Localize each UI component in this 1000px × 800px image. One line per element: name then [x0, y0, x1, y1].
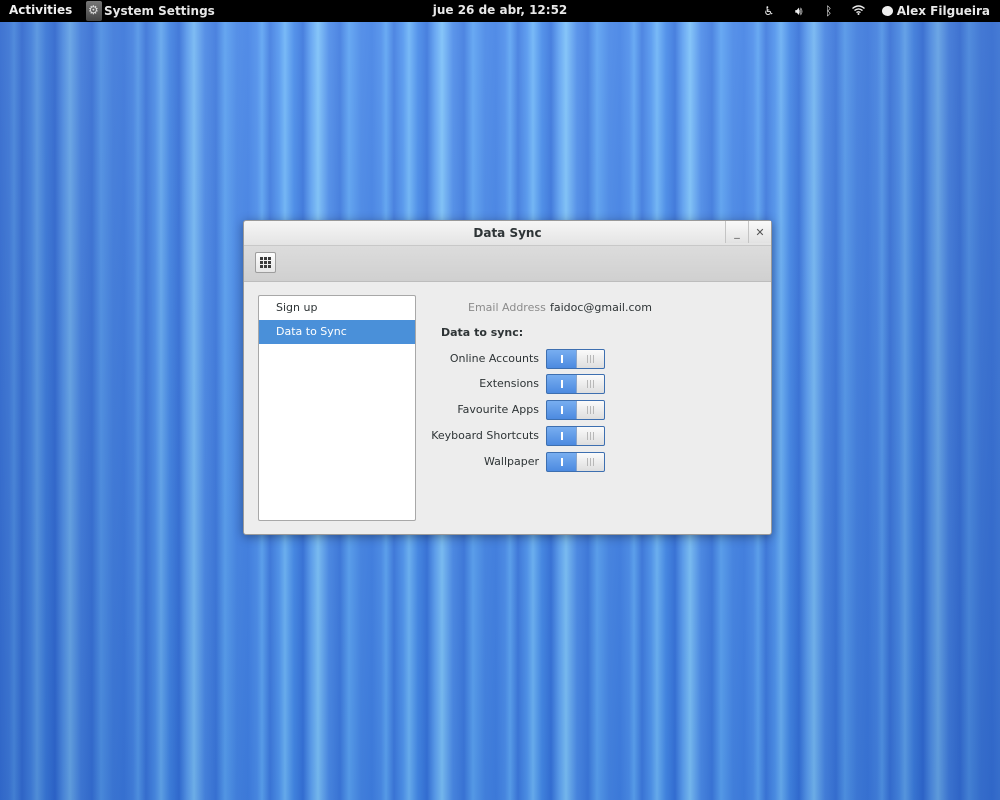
sidebar-item-data-to-sync[interactable]: Data to Sync	[259, 320, 415, 344]
sync-row-online-accounts: Online Accounts	[424, 349, 724, 369]
window-title: Data Sync	[473, 226, 542, 240]
status-area: ♿ 🔊︎ ᛒ Alex Filgueira	[754, 0, 990, 22]
bluetooth-icon[interactable]: ᛒ	[814, 4, 844, 18]
user-menu[interactable]: Alex Filgueira	[881, 4, 990, 18]
accessibility-icon[interactable]: ♿	[754, 4, 784, 18]
keyboard-shortcuts-switch[interactable]	[546, 426, 605, 446]
sync-label: Online Accounts	[449, 352, 539, 365]
extensions-switch[interactable]	[546, 374, 605, 394]
sidebar-list: Sign up Data to Sync	[258, 295, 416, 521]
settings-toolbar	[244, 246, 771, 282]
clock-button[interactable]: jue 26 de abr, 12:52	[433, 3, 568, 17]
data-sync-window: Data Sync _ ✕ Sign up Data to Sync Email…	[243, 220, 772, 535]
user-name: Alex Filgueira	[896, 4, 990, 18]
sidebar-item-sign-up[interactable]: Sign up	[259, 296, 415, 320]
close-button[interactable]: ✕	[748, 221, 771, 243]
sync-label: Wallpaper	[483, 455, 539, 468]
top-bar: Activities System Settings jue 26 de abr…	[0, 0, 1000, 22]
sync-label: Favourite Apps	[457, 403, 539, 416]
wifi-glyph	[852, 5, 866, 15]
window-titlebar[interactable]: Data Sync _ ✕	[244, 221, 771, 246]
online-accounts-switch[interactable]	[546, 349, 605, 369]
email-address-label: Email Address	[468, 301, 546, 314]
sync-row-extensions: Extensions	[424, 374, 724, 394]
volume-icon[interactable]: 🔊︎	[784, 4, 814, 19]
sync-row-favourite-apps: Favourite Apps	[424, 400, 724, 420]
all-settings-grid-icon[interactable]	[255, 252, 276, 273]
wallpaper-switch[interactable]	[546, 452, 605, 472]
window-controls: _ ✕	[725, 221, 771, 245]
sync-label: Extensions	[479, 377, 539, 390]
favourite-apps-switch[interactable]	[546, 400, 605, 420]
wifi-icon[interactable]	[844, 4, 874, 18]
minimize-button[interactable]: _	[725, 221, 748, 243]
sync-row-wallpaper: Wallpaper	[424, 452, 724, 472]
sync-row-keyboard-shortcuts: Keyboard Shortcuts	[424, 426, 724, 446]
sync-label: Keyboard Shortcuts	[431, 429, 539, 442]
email-address-value: faidoc@gmail.com	[550, 301, 652, 314]
data-to-sync-heading: Data to sync:	[441, 326, 524, 339]
chat-status-icon	[881, 6, 893, 16]
